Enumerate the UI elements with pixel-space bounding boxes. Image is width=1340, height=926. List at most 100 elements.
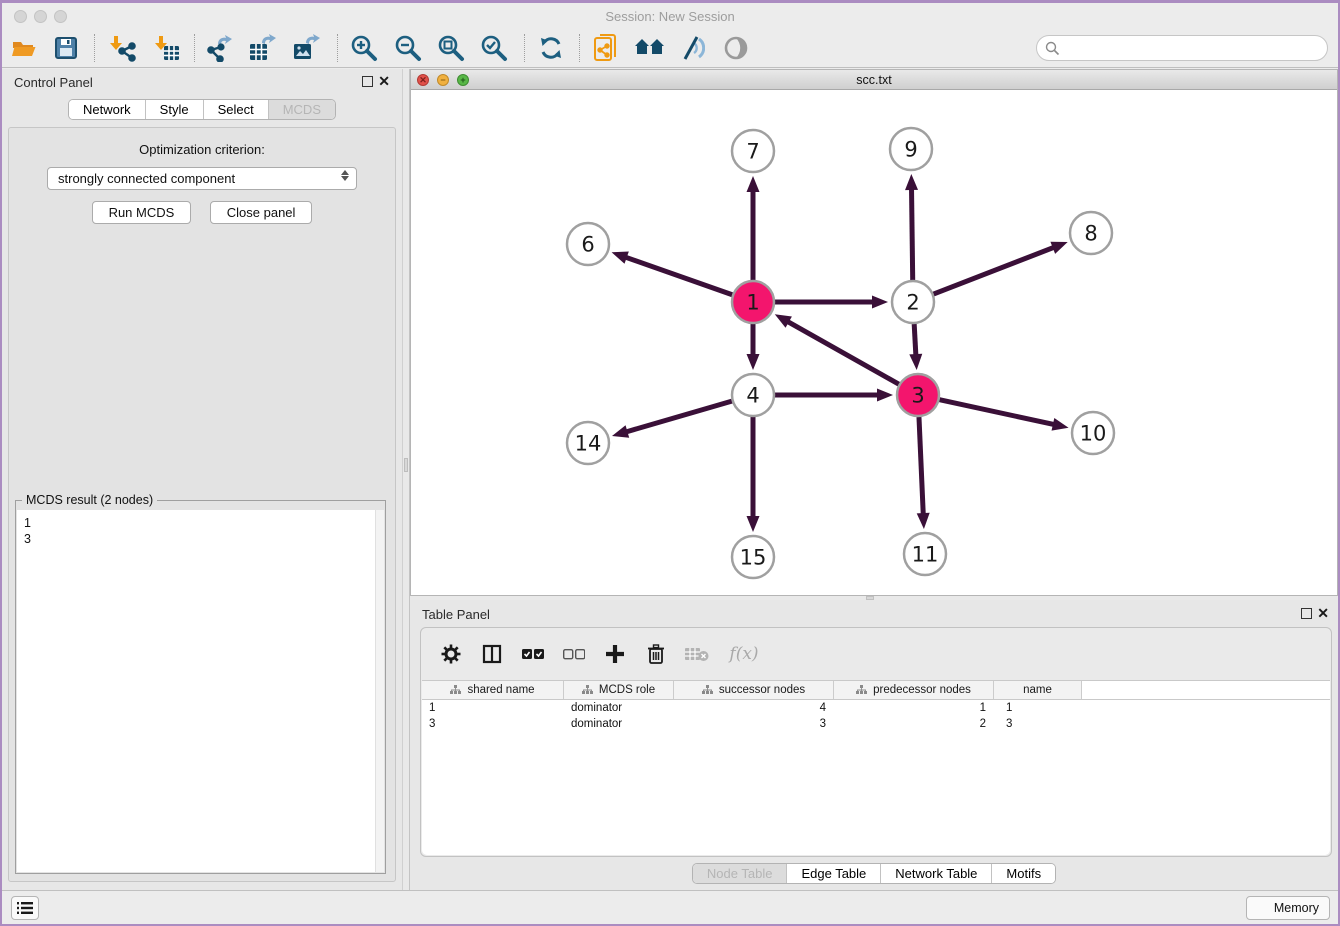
- column-header-shared-name[interactable]: shared name: [422, 681, 564, 699]
- mcds-tab-panel: Optimization criterion: strongly connect…: [8, 127, 396, 882]
- deselect-all-columns-button[interactable]: [562, 642, 586, 666]
- graph-edge-arrowhead: [905, 174, 918, 190]
- run-mcds-button[interactable]: Run MCDS: [92, 201, 192, 224]
- graph-edge-arrowhead: [747, 354, 760, 370]
- graph-edge-arrowhead: [872, 296, 888, 309]
- graph-edge-2-8[interactable]: [934, 247, 1055, 294]
- task-history-button[interactable]: [11, 896, 39, 920]
- right-column: ✕ − + scc.txt 7968124314101511 Table Pan…: [410, 69, 1338, 890]
- tab-network[interactable]: Network: [69, 100, 146, 119]
- float-panel-icon[interactable]: [362, 76, 373, 87]
- tab-edge-table[interactable]: Edge Table: [787, 864, 881, 883]
- table-row[interactable]: 1 dominator 4 1 1: [422, 700, 1330, 716]
- table-settings-button[interactable]: [439, 642, 463, 666]
- zoom-selected-button[interactable]: [476, 31, 512, 65]
- duplicate-network-button[interactable]: [588, 31, 624, 65]
- close-panel-button[interactable]: Close panel: [210, 201, 313, 224]
- export-image-icon: [292, 34, 322, 62]
- fx-icon: f(x): [729, 644, 758, 664]
- vertical-splitter[interactable]: [402, 69, 410, 890]
- column-header-name[interactable]: name: [994, 681, 1082, 699]
- unchecked-boxes-icon: [563, 648, 585, 660]
- export-network-button[interactable]: [202, 31, 238, 65]
- function-builder-button[interactable]: f(x): [726, 642, 762, 666]
- control-panel: Control Panel ✕ Network Style Select MCD…: [2, 69, 402, 890]
- delete-table-button[interactable]: [685, 642, 709, 666]
- network-view-window: ✕ − + scc.txt 7968124314101511: [410, 69, 1338, 596]
- table-row[interactable]: 3 dominator 3 2 3: [422, 716, 1330, 732]
- table-header-row: shared name MCDS role: [422, 681, 1330, 700]
- graph-node-label: 4: [746, 384, 759, 408]
- table-panel: Table Panel ✕: [410, 600, 1338, 890]
- hide-panels-button[interactable]: [673, 31, 709, 65]
- graph-edge-3-11[interactable]: [919, 417, 923, 515]
- mcds-result-textarea[interactable]: 1 3: [17, 510, 384, 872]
- close-panel-icon[interactable]: ✕: [378, 73, 390, 89]
- graph-node-label: 2: [906, 291, 919, 315]
- column-label: predecessor nodes: [873, 684, 971, 696]
- open-session-button[interactable]: [6, 31, 42, 65]
- criterion-select[interactable]: strongly connected component: [47, 167, 357, 190]
- zoom-fit-button[interactable]: [433, 31, 469, 65]
- toolbar-separator: [337, 34, 338, 62]
- graph-edge-2-3[interactable]: [914, 324, 916, 356]
- show-hide-eye-button[interactable]: [718, 31, 754, 65]
- export-image-button[interactable]: [289, 31, 325, 65]
- cell-shared-name[interactable]: 1: [422, 700, 564, 716]
- refresh-button[interactable]: [533, 31, 569, 65]
- tab-network-table[interactable]: Network Table: [881, 864, 992, 883]
- graph-node-label: 10: [1080, 422, 1107, 446]
- tab-node-table[interactable]: Node Table: [693, 864, 788, 883]
- main-toolbar: [2, 30, 1338, 68]
- refresh-icon: [538, 35, 564, 61]
- network-graph[interactable]: 7968124314101511: [411, 91, 1339, 596]
- toggle-column-panel-button[interactable]: [480, 642, 504, 666]
- cell-successor-nodes[interactable]: 4: [674, 700, 834, 716]
- search-icon: [1045, 41, 1060, 56]
- cell-name[interactable]: 3: [994, 716, 1082, 732]
- export-table-button[interactable]: [245, 31, 281, 65]
- column-header-successor-nodes[interactable]: successor nodes: [674, 681, 834, 699]
- memory-button[interactable]: Memory: [1246, 896, 1330, 920]
- cell-name[interactable]: 1: [994, 700, 1082, 716]
- graph-edge-arrowhead: [877, 389, 893, 402]
- graph-edge-2-9[interactable]: [912, 188, 913, 280]
- cell-mcds-role[interactable]: dominator: [564, 716, 674, 732]
- splitter-grip[interactable]: [404, 458, 408, 472]
- select-all-columns-button[interactable]: [521, 642, 545, 666]
- zoom-in-button[interactable]: [346, 31, 382, 65]
- graph-edge-1-6[interactable]: [625, 257, 732, 295]
- save-session-button[interactable]: [48, 31, 84, 65]
- trash-icon: [647, 644, 665, 664]
- import-table-button[interactable]: [149, 31, 185, 65]
- graph-edge-3-1[interactable]: [787, 321, 899, 384]
- network-window-title: scc.txt: [411, 73, 1337, 87]
- import-network-button[interactable]: [104, 31, 140, 65]
- float-panel-icon[interactable]: [1301, 608, 1312, 619]
- delete-column-button[interactable]: [644, 642, 668, 666]
- create-column-button[interactable]: [603, 642, 627, 666]
- home-button[interactable]: [632, 31, 668, 65]
- column-header-predecessor-nodes[interactable]: predecessor nodes: [834, 681, 994, 699]
- cell-mcds-role[interactable]: dominator: [564, 700, 674, 716]
- search-input[interactable]: [1060, 41, 1327, 56]
- graph-edge-3-10[interactable]: [939, 400, 1054, 425]
- cell-predecessor-nodes[interactable]: 1: [834, 700, 994, 716]
- graph-edge-4-14[interactable]: [625, 401, 731, 432]
- result-scrollbar[interactable]: [375, 510, 384, 872]
- close-panel-icon[interactable]: ✕: [1317, 605, 1329, 621]
- plus-icon: [605, 644, 625, 664]
- eye-icon: [722, 35, 750, 61]
- tab-style[interactable]: Style: [146, 100, 204, 119]
- zoom-out-button[interactable]: [390, 31, 426, 65]
- tab-motifs[interactable]: Motifs: [992, 864, 1055, 883]
- tab-mcds[interactable]: MCDS: [269, 100, 335, 119]
- search-field[interactable]: [1036, 35, 1328, 61]
- zoom-fit-icon: [437, 34, 465, 62]
- cell-predecessor-nodes[interactable]: 2: [834, 716, 994, 732]
- cell-shared-name[interactable]: 3: [422, 716, 564, 732]
- network-canvas[interactable]: 7968124314101511: [411, 91, 1337, 595]
- column-header-mcds-role[interactable]: MCDS role: [564, 681, 674, 699]
- cell-successor-nodes[interactable]: 3: [674, 716, 834, 732]
- tab-select[interactable]: Select: [204, 100, 269, 119]
